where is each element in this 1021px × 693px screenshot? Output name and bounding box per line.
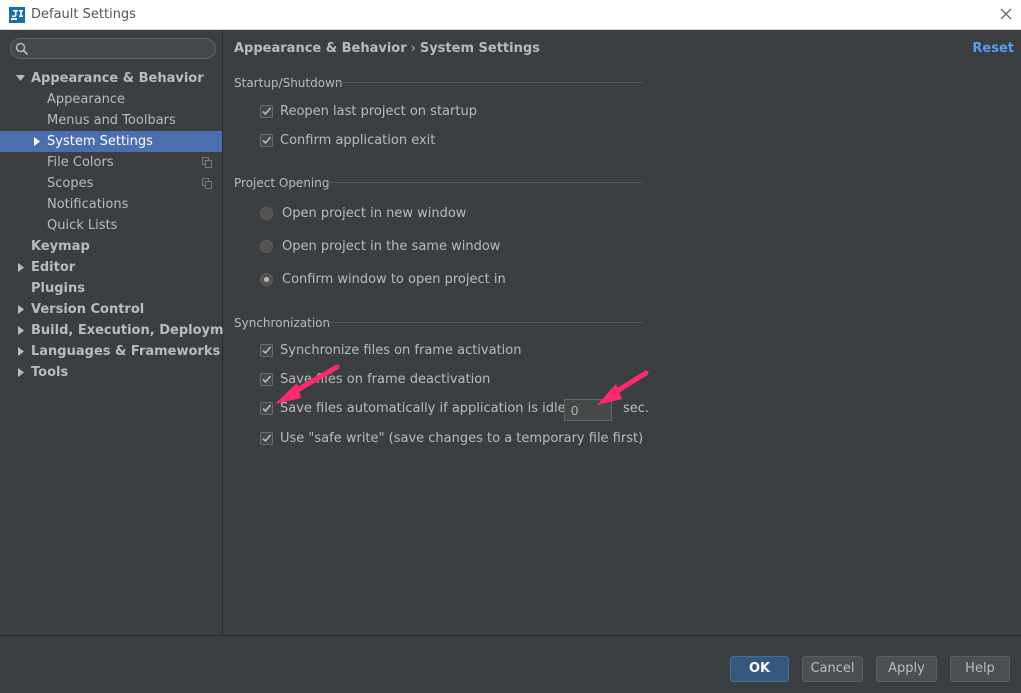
tree-item-label: System Settings xyxy=(47,134,153,149)
sync-frame-activation-checkbox[interactable] xyxy=(260,344,273,357)
triangle-right-icon[interactable] xyxy=(17,362,27,383)
checkmark-icon xyxy=(262,375,272,384)
open-new-window-label: Open project in new window xyxy=(282,206,467,221)
triangle-right-icon[interactable] xyxy=(17,257,27,278)
tree-item-quick-lists[interactable]: Quick Lists xyxy=(0,215,222,236)
open-new-window-radio[interactable] xyxy=(260,207,273,220)
triangle-right-icon[interactable] xyxy=(33,131,43,152)
help-button[interactable]: Help xyxy=(950,656,1010,682)
reopen-last-project-label: Reopen last project on startup xyxy=(280,104,477,119)
close-icon[interactable] xyxy=(998,6,1014,22)
confirm-window-radio[interactable] xyxy=(260,273,273,286)
tree-item-label: Notifications xyxy=(47,197,129,212)
safe-write-checkbox[interactable] xyxy=(260,432,273,445)
triangle-down-icon[interactable] xyxy=(16,68,26,89)
confirm-exit-checkbox[interactable] xyxy=(260,134,273,147)
triangle-right-icon[interactable] xyxy=(17,341,27,362)
tree-item-label: Appearance & Behavior xyxy=(31,71,204,86)
safe-write-label: Use "safe write" (save changes to a temp… xyxy=(280,431,644,446)
intellij-logo-icon xyxy=(9,7,25,23)
group-title-startup: Startup/Shutdown xyxy=(234,76,343,90)
save-frame-deactivation-label: Save files on frame deactivation xyxy=(280,372,491,387)
tree-item-appearance-behavior[interactable]: Appearance & Behavior xyxy=(0,68,222,89)
search-icon xyxy=(15,42,29,56)
tree-item-system-settings[interactable]: System Settings xyxy=(0,131,222,152)
open-same-window-radio[interactable] xyxy=(260,240,273,253)
tree-item-label: Appearance xyxy=(47,92,126,107)
group-divider xyxy=(326,322,643,323)
reopen-last-project-checkbox[interactable] xyxy=(260,105,273,118)
breadcrumb: Appearance & Behavior › System Settings xyxy=(234,41,540,56)
tree-item-label: Version Control xyxy=(31,302,145,317)
idle-seconds-input[interactable] xyxy=(564,399,612,421)
settings-content: Appearance & Behavior › System Settings Re… xyxy=(223,30,1021,635)
dialog-footer: OK Cancel Apply Help xyxy=(0,635,1021,693)
tree-item-build[interactable]: Build, Execution, Deployment xyxy=(0,320,248,341)
window-title: Default Settings xyxy=(31,7,136,22)
tree-item-label: Editor xyxy=(31,260,76,275)
triangle-right-icon[interactable] xyxy=(17,320,27,341)
apply-button[interactable]: Apply xyxy=(876,656,937,682)
sync-frame-activation-label: Synchronize files on frame activation xyxy=(280,343,522,358)
group-title-synchronization: Synchronization xyxy=(234,316,331,330)
reset-link[interactable]: Reset xyxy=(972,41,1014,56)
tree-item-file-colors[interactable]: File Colors xyxy=(0,152,222,173)
breadcrumb-parent: Appearance & Behavior xyxy=(234,41,407,56)
tree-item-label: Build, Execution, Deployment xyxy=(31,323,248,338)
confirm-exit-label: Confirm application exit xyxy=(280,133,436,148)
project-copy-icon xyxy=(202,178,212,189)
tree-item-label: File Colors xyxy=(47,155,114,170)
tree-item-label: Keymap xyxy=(31,239,90,254)
save-frame-deactivation-checkbox[interactable] xyxy=(260,373,273,386)
tree-item-label: Plugins xyxy=(31,281,85,296)
settings-sidebar: Appearance & Behavior Appearance Menus a… xyxy=(0,30,248,635)
tree-item-label: Tools xyxy=(31,365,69,380)
search-field[interactable] xyxy=(10,38,216,59)
breadcrumb-separator: › xyxy=(410,41,416,56)
tree-item-keymap[interactable]: Keymap xyxy=(0,236,222,257)
cancel-button[interactable]: Cancel xyxy=(802,656,863,682)
tree-item-label: Scopes xyxy=(47,176,94,191)
tree-item-label: Quick Lists xyxy=(47,218,118,233)
group-title-project-opening: Project Opening xyxy=(234,176,330,190)
checkmark-icon xyxy=(262,346,272,355)
tree-item-notifications[interactable]: Notifications xyxy=(0,194,222,215)
checkmark-icon xyxy=(262,434,272,443)
group-divider xyxy=(334,82,643,83)
open-same-window-label: Open project in the same window xyxy=(282,239,501,254)
tree-item-tools[interactable]: Tools xyxy=(0,362,222,383)
tree-item-scopes[interactable]: Scopes xyxy=(0,173,222,194)
save-idle-checkbox[interactable] xyxy=(260,402,273,415)
tree-item-plugins[interactable]: Plugins xyxy=(0,278,222,299)
tree-item-menus-toolbars[interactable]: Menus and Toolbars xyxy=(0,110,222,131)
checkmark-icon xyxy=(262,404,272,413)
project-copy-icon xyxy=(202,157,212,168)
tree-item-editor[interactable]: Editor xyxy=(0,257,222,278)
tree-item-label: Menus and Toolbars xyxy=(47,113,176,128)
breadcrumb-current: System Settings xyxy=(419,41,540,56)
save-idle-label: Save files automatically if application … xyxy=(280,401,588,416)
checkmark-icon xyxy=(262,136,272,145)
tree-item-appearance[interactable]: Appearance xyxy=(0,89,222,110)
search-input[interactable] xyxy=(33,40,209,57)
ok-button[interactable]: OK xyxy=(730,656,789,682)
tree-item-version-control[interactable]: Version Control xyxy=(0,299,222,320)
idle-seconds-unit: sec. xyxy=(623,401,650,416)
checkmark-icon xyxy=(262,107,272,116)
title-bar: Default Settings xyxy=(0,0,1021,30)
tree-item-label: Languages & Frameworks xyxy=(31,344,221,359)
tree-item-languages[interactable]: Languages & Frameworks xyxy=(0,341,222,362)
group-divider xyxy=(326,182,643,183)
confirm-window-label: Confirm window to open project in xyxy=(282,272,506,287)
triangle-right-icon[interactable] xyxy=(17,299,27,320)
